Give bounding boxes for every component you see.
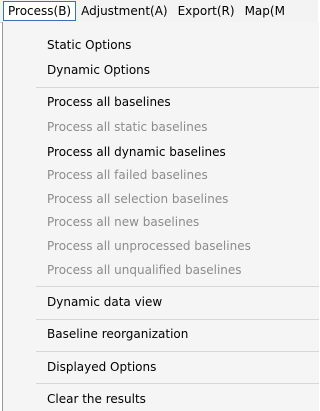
menu-export[interactable]: Export(R) <box>173 2 240 20</box>
menu-item-process-failed-baselines[interactable]: Process all failed baselines <box>47 164 208 186</box>
menu-item-baseline-reorganization[interactable]: Baseline reorganization <box>47 323 188 345</box>
menu-adjustment[interactable]: Adjustment(A) <box>76 2 172 20</box>
menu-item-process-selection-baselines[interactable]: Process all selection baselines <box>47 188 228 210</box>
menu-separator <box>36 286 319 287</box>
menu-item-process-unprocessed-baselines[interactable]: Process all unprocessed baselines <box>47 235 251 257</box>
menu-separator <box>36 319 319 320</box>
menu-item-process-unqualified-baselines[interactable]: Process all unqualified baselines <box>47 259 242 281</box>
menu-item-dynamic-options[interactable]: Dynamic Options <box>47 59 150 81</box>
menu-item-process-all-baselines[interactable]: Process all baselines <box>47 91 171 113</box>
menu-item-process-dynamic-baselines[interactable]: Process all dynamic baselines <box>47 141 226 163</box>
menu-map[interactable]: Map(M <box>240 2 290 20</box>
menu-separator <box>36 87 319 88</box>
process-dropdown-menu: Static Options Dynamic Options Process a… <box>2 22 319 411</box>
menu-item-static-options[interactable]: Static Options <box>47 34 131 56</box>
menu-separator <box>36 383 319 384</box>
menu-item-process-new-baselines[interactable]: Process all new baselines <box>47 211 199 233</box>
menu-item-displayed-options[interactable]: Displayed Options <box>47 356 156 378</box>
menu-item-process-static-baselines[interactable]: Process all static baselines <box>47 116 207 138</box>
menu-bar: Process(B) Adjustment(A) Export(R) Map(M <box>0 0 318 23</box>
menu-item-clear-results[interactable]: Clear the results <box>47 388 146 410</box>
menu-item-dynamic-data-view[interactable]: Dynamic data view <box>47 291 162 313</box>
menu-process[interactable]: Process(B) <box>3 1 77 21</box>
menu-separator <box>36 351 319 352</box>
